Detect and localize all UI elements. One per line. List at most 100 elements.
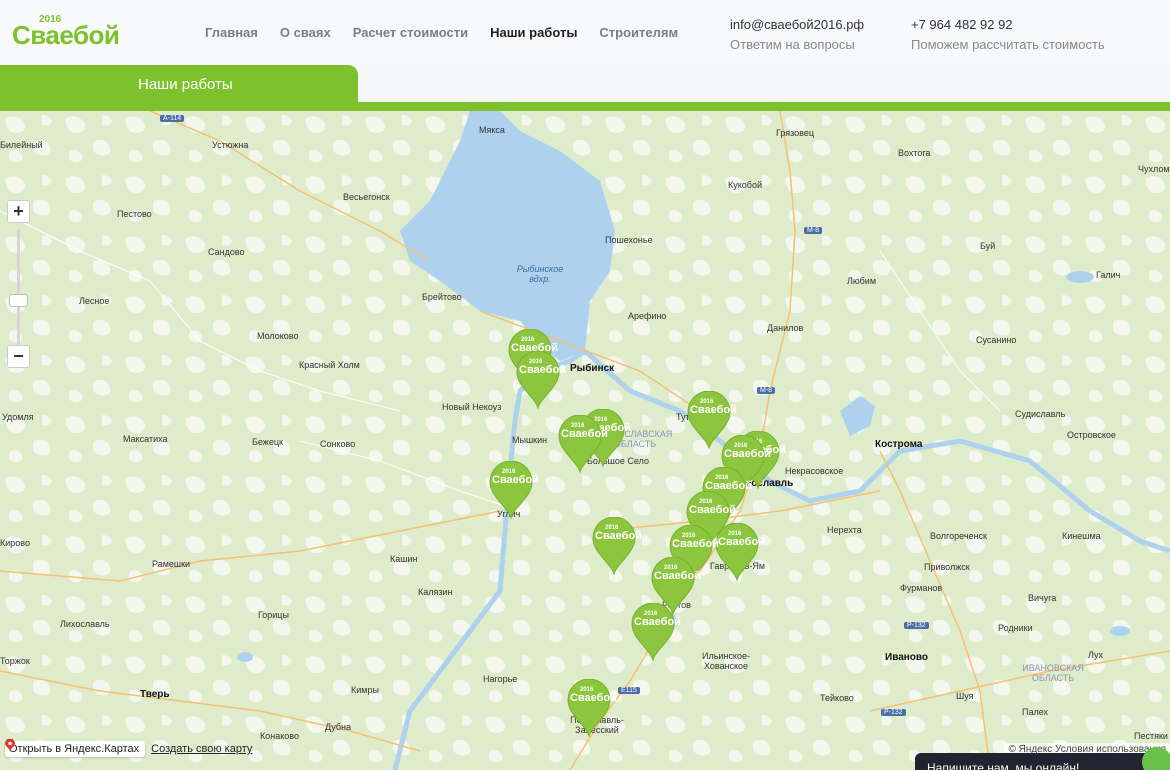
city-label: Мякса xyxy=(479,125,505,135)
city-label: Палех xyxy=(1022,707,1049,717)
city-label: Любим xyxy=(847,276,877,286)
city-label: Галич xyxy=(1096,270,1121,280)
city-label: Судиславль xyxy=(1015,409,1066,419)
road-r132-south: Р-132 xyxy=(881,709,906,716)
tab-underline xyxy=(0,102,1170,111)
city-label: Билейный xyxy=(0,140,43,150)
city-label: Грязовец xyxy=(776,128,815,138)
city-label: Кимры xyxy=(351,685,379,695)
city-label: Торжок xyxy=(0,656,30,666)
site-header: 2016 Сваебой Главная О сваях Расчет стои… xyxy=(0,0,1170,65)
open-yandex-maps-label: Открыть в Яндекс.Картах xyxy=(9,743,140,755)
city-label: Брейтово xyxy=(422,292,462,302)
city-label: Кукобой xyxy=(728,180,762,190)
city-label: Приволжск xyxy=(924,562,970,572)
zoom-in-button[interactable]: + xyxy=(7,200,30,223)
city-label: Иваново xyxy=(885,652,929,663)
road-m8-north: М-8 xyxy=(804,227,823,234)
map-pin-icon xyxy=(5,739,15,751)
city-label: Пестяки xyxy=(1134,731,1168,741)
city-label: Пошехонье xyxy=(605,235,653,245)
city-label: Рыбинск xyxy=(570,363,615,374)
city-label: Лихославль xyxy=(60,619,110,629)
city-label: Кашин xyxy=(390,554,418,564)
city-label: Мышкин xyxy=(512,435,548,445)
city-label: Нерехта xyxy=(827,525,862,535)
work-marker[interactable]: 2016Сваебой xyxy=(714,523,765,581)
city-label: Конаково xyxy=(260,731,299,741)
city-label: Ильинское-Хованское xyxy=(702,651,750,671)
create-map-link[interactable]: Создать свою карту xyxy=(151,743,252,755)
city-label: Буй xyxy=(980,241,996,251)
city-label: Сонково xyxy=(320,439,356,449)
logo[interactable]: 2016 Сваебой xyxy=(12,14,122,50)
email-contact: info@сваебой2016.рф Ответим на вопросы xyxy=(730,15,864,55)
city-label: Шуя xyxy=(956,691,974,701)
zoom-slider-track[interactable] xyxy=(17,229,20,347)
nav-about-piles[interactable]: О сваях xyxy=(280,25,331,40)
city-label: Вохтога xyxy=(898,148,931,158)
work-marker[interactable]: 2016Сваебой xyxy=(488,461,539,519)
phone-contact: +7 964 482 92 92 Поможем рассчитать стои… xyxy=(911,15,1105,55)
tab-our-works[interactable]: Наши работы xyxy=(0,65,358,103)
phone-subtitle: Поможем рассчитать стоимость xyxy=(911,37,1105,52)
map-footer: Открыть в Яндекс.Картах Создать свою кар… xyxy=(5,739,252,759)
city-label: Тейково xyxy=(820,693,854,703)
nav-builders[interactable]: Строителям xyxy=(599,25,678,40)
work-marker[interactable]: 2016Сваебой xyxy=(630,603,681,661)
city-label: Рамешки xyxy=(152,559,191,569)
city-label: Калязин xyxy=(418,587,453,597)
main-nav: Главная О сваях Расчет стоимости Наши ра… xyxy=(205,25,678,40)
city-label: Удомля xyxy=(2,412,34,422)
open-yandex-maps-link[interactable]: Открыть в Яндекс.Картах xyxy=(5,739,146,757)
city-label: Арефино xyxy=(628,311,667,321)
region-label: ИВАНОВСКАЯ ОБЛАСТЬ xyxy=(1022,663,1084,683)
work-marker[interactable]: 2016Сваебой xyxy=(515,351,566,409)
road-r132-east: Р-132 xyxy=(904,622,929,629)
city-label: Кострома xyxy=(875,439,923,450)
city-label: Бежецк xyxy=(252,437,283,447)
road-a114: А-114 xyxy=(160,115,185,122)
phone-link[interactable]: +7 964 482 92 92 xyxy=(911,15,1105,35)
nav-price-calc[interactable]: Расчет стоимости xyxy=(353,25,468,40)
city-label: Устюжна xyxy=(212,140,249,150)
nav-our-works[interactable]: Наши работы xyxy=(490,25,577,40)
city-label: Тверь xyxy=(140,689,170,700)
city-label: Островское xyxy=(1067,430,1116,440)
logo-text: Сваебой xyxy=(12,20,120,50)
chat-widget[interactable]: Напишите нам, мы онлайн! xyxy=(915,753,1155,770)
city-label: Нагорье xyxy=(483,674,518,684)
email-subtitle: Ответим на вопросы xyxy=(730,37,855,52)
lake-label: Рыбинское вдхр. xyxy=(516,264,564,284)
city-label: Дубна xyxy=(325,722,352,732)
city-label: Весьегонск xyxy=(343,192,390,202)
city-label: Вичуга xyxy=(1028,593,1057,603)
city-label: Фурманов xyxy=(900,583,943,593)
road-e115: E115 xyxy=(618,687,640,694)
zoom-slider-handle[interactable] xyxy=(9,294,28,307)
city-label: Молоково xyxy=(257,331,299,341)
city-label: Чухлома xyxy=(1138,164,1170,174)
city-label: Лух xyxy=(1088,650,1104,660)
city-label: Сусанино xyxy=(976,335,1017,345)
city-label: Кирово xyxy=(0,538,30,548)
city-label: Лесное xyxy=(79,296,110,306)
city-label: Новый Некоуз xyxy=(442,402,502,412)
city-label: Красный Холм xyxy=(299,360,360,370)
works-map[interactable]: А-114 М-8 М-8 Р-132 Р-132 E115 Рыбинское… xyxy=(0,111,1170,770)
email-link[interactable]: info@сваебой2016.рф xyxy=(730,15,864,35)
chat-status-icon[interactable] xyxy=(1142,747,1170,770)
city-label: Данилов xyxy=(767,323,804,333)
work-marker[interactable]: 2016Сваебой xyxy=(557,415,608,473)
city-label: Некрасовское xyxy=(785,466,844,476)
zoom-out-button[interactable]: − xyxy=(7,345,30,368)
work-marker[interactable]: 2016Сваебой xyxy=(591,517,642,575)
city-label: Кинешма xyxy=(1062,531,1101,541)
city-label: Волгореченск xyxy=(930,531,987,541)
section-tab-row: Наши работы xyxy=(0,65,1170,113)
city-label: Максатиха xyxy=(123,434,168,444)
nav-home[interactable]: Главная xyxy=(205,25,258,40)
road-m8-south: М-8 xyxy=(757,387,776,394)
work-marker[interactable]: 2016Сваебой xyxy=(566,679,617,737)
city-label: Сандово xyxy=(208,247,245,257)
